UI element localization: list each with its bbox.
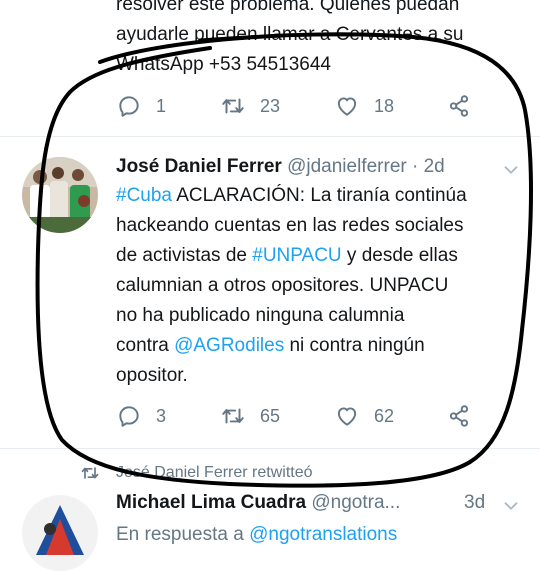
tweet-line: contra @AGRodiles ni contra ningún [116,331,536,361]
previous-tweet-actions: 1 23 18 [0,90,540,122]
share-icon [449,405,469,427]
like-count: 62 [374,405,395,426]
tweet-line-text: contra [116,335,175,356]
tweet-line: no ha publicado ninguna calumnia [116,305,405,326]
previous-tweet-line: resolver este problema. Quienes puedan [116,0,460,15]
retweet-icon [81,467,99,479]
tweet-line-text: y desde ellas [341,245,458,266]
reply-count: 3 [156,405,167,426]
tweet-line: calumnian a otros opositores. UNPACU [116,275,449,296]
tweet-line: de activistas de #UNPACU y desde ellas [116,241,536,271]
avatar[interactable] [22,495,98,571]
retweet-icon [222,408,244,424]
chevron-down-icon[interactable] [500,495,522,517]
like-button[interactable]: 18 [334,90,394,122]
tweet-line: opositor. [116,365,188,386]
hashtag-cuba[interactable]: #Cuba [116,185,172,206]
retweet-count: 23 [260,95,281,116]
reply-icon [119,96,139,117]
reply-button[interactable]: 3 [116,400,166,432]
reply-prefix: En respuesta a [116,524,250,545]
like-count: 18 [374,95,395,116]
tweet-line-text: ni contra ningún [284,335,425,356]
hashtag-unpacu[interactable]: #UNPACU [252,245,341,266]
previous-tweet-line: WhatsApp +53 54513644 [116,54,331,75]
tweet-line-text: ACLARACIÓN: La tiranía continúa [172,185,467,206]
reply-icon [119,406,139,427]
next-tweet[interactable]: José Daniel Ferrer retwitteó Michael Lim… [0,449,540,571]
share-icon [449,95,469,117]
like-icon [337,97,357,116]
retweet-icon [222,98,244,114]
reply-to-mention[interactable]: @ngotranslations [249,524,397,545]
tweet-text: #Cuba ACLARACIÓN: La tiranía continúa ha… [116,181,536,391]
like-button[interactable]: 62 [334,400,394,432]
retweet-label[interactable]: José Daniel Ferrer retwitteó [116,464,313,482]
previous-tweet[interactable]: resolver este problema. Quienes puedan a… [0,0,540,135]
reply-button[interactable]: 1 [116,90,166,122]
author-name[interactable]: José Daniel Ferrer [116,156,282,177]
tweet-line: #Cuba ACLARACIÓN: La tiranía continúa [116,181,536,211]
retweet-button[interactable]: 23 [220,90,280,122]
mention-agrodiles[interactable]: @AGRodiles [174,335,284,356]
tweet-time[interactable]: 3d [464,491,485,515]
avatar[interactable] [22,157,98,233]
author-handle[interactable]: @ngotra... [311,492,400,513]
avatar-photo [22,157,98,233]
reply-count: 1 [156,95,167,116]
share-button[interactable] [446,400,486,432]
tweet-header: Michael Lima Cuadra @ngotra... [116,491,400,515]
tweet-actions: 3 65 62 [0,400,540,432]
tweet-line: hackeando cuentas en las redes sociales [116,215,464,236]
previous-tweet-text: resolver este problema. Quienes puedan a… [116,0,536,80]
retweet-count: 65 [260,405,281,426]
chevron-down-icon[interactable] [500,159,522,181]
tweet-line-text: de activistas de [116,245,253,266]
tweet-time[interactable]: · 2d [412,156,445,177]
like-icon [337,407,357,426]
avatar-photo [22,495,98,571]
main-tweet[interactable]: José Daniel Ferrer @jdanielferrer · 2d #… [0,137,540,449]
author-handle[interactable]: @jdanielferrer [287,156,407,177]
tweet-header: José Daniel Ferrer @jdanielferrer · 2d [116,155,445,179]
previous-tweet-line: ayudarle pueden llamar a Cervantes a su [116,24,464,45]
retweet-button[interactable]: 65 [220,400,280,432]
reply-context: En respuesta a @ngotranslations [116,523,397,547]
share-button[interactable] [446,90,486,122]
author-name[interactable]: Michael Lima Cuadra [116,492,306,513]
retweet-context: José Daniel Ferrer retwitteó [80,463,313,483]
